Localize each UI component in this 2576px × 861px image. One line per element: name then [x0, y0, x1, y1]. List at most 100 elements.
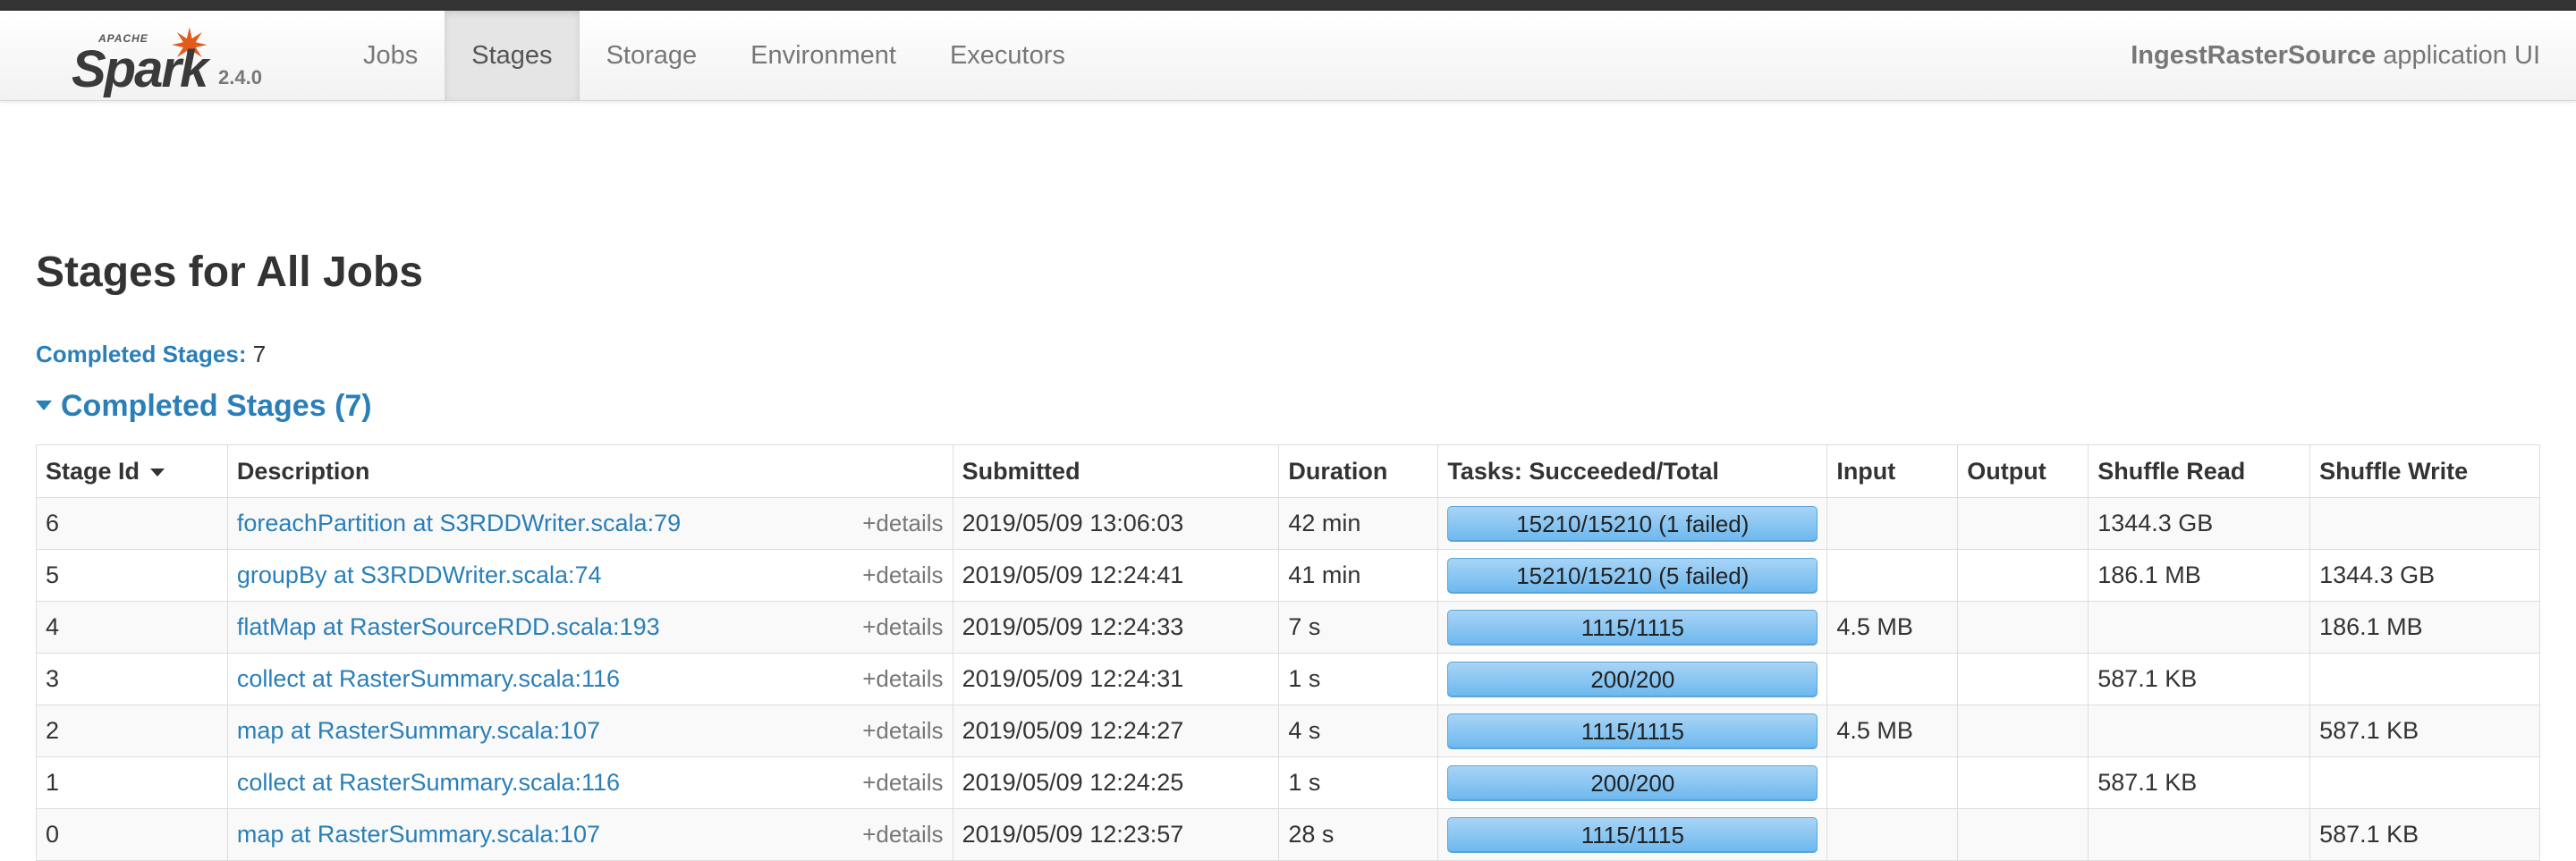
cell-shuffle-read: 587.1 KB: [2088, 756, 2311, 809]
cell-shuffle-read: [2088, 705, 2311, 757]
cell-description: collect at RasterSummary.scala:116 +detai…: [226, 653, 953, 705]
cell-submitted: 2019/05/09 12:24:27: [952, 705, 1280, 757]
stage-description-link[interactable]: map at RasterSummary.scala:107: [237, 717, 600, 745]
details-toggle[interactable]: +details: [862, 510, 943, 537]
details-toggle[interactable]: +details: [862, 769, 943, 797]
cell-input: 4.5 MB: [1826, 705, 1959, 757]
header-stage-id-label: Stage Id: [46, 457, 140, 485]
cell-submitted: 2019/05/09 12:24:33: [952, 601, 1280, 654]
cell-output: [1957, 705, 2089, 757]
app-name-suffix: application UI: [2383, 41, 2540, 70]
cell-output: [1957, 653, 2089, 705]
cell-shuffle-write: 587.1 KB: [2309, 705, 2540, 757]
cell-shuffle-write: [2309, 653, 2540, 705]
stage-description-link[interactable]: collect at RasterSummary.scala:116: [237, 769, 620, 797]
page-title: Stages for All Jobs: [36, 249, 423, 296]
cell-description: collect at RasterSummary.scala:116 +detai…: [226, 756, 953, 809]
tab-storage[interactable]: Storage: [580, 11, 724, 100]
stage-description-link[interactable]: collect at RasterSummary.scala:116: [237, 665, 620, 693]
cell-shuffle-write: 1344.3 GB: [2309, 549, 2540, 602]
cell-shuffle-read: 587.1 KB: [2088, 653, 2311, 705]
table-row: 2 map at RasterSummary.scala:107 +details…: [36, 705, 2540, 757]
details-toggle[interactable]: +details: [862, 821, 943, 848]
table-row: 5 groupBy at S3RDDWriter.scala:74 +detail…: [36, 549, 2540, 602]
tasks-progress-bar: 1115/1115: [1447, 713, 1818, 749]
cell-submitted: 2019/05/09 12:23:57: [952, 808, 1280, 861]
nav-tabs: Jobs Stages Storage Environment Executor…: [336, 11, 1092, 100]
tasks-progress-bar: 15210/15210 (1 failed): [1447, 505, 1818, 542]
tasks-progress-bar: 1115/1115: [1447, 609, 1818, 646]
spark-version: 2.4.0: [218, 66, 262, 89]
completed-stages-toggle[interactable]: Completed Stages (7): [36, 389, 372, 424]
cell-submitted: 2019/05/09 12:24:41: [952, 549, 1280, 602]
completed-stages-count: 7: [252, 341, 267, 367]
details-toggle[interactable]: +details: [862, 717, 943, 745]
cell-tasks: 1115/1115: [1437, 808, 1828, 861]
tab-jobs[interactable]: Jobs: [336, 11, 445, 100]
table-row: 1 collect at RasterSummary.scala:116 +det…: [36, 756, 2540, 809]
tab-executors[interactable]: Executors: [923, 11, 1092, 100]
table-header-row: Stage Id Description Submitted Duration …: [36, 444, 2540, 498]
stage-description-link[interactable]: groupBy at S3RDDWriter.scala:74: [237, 561, 602, 589]
spark-logo[interactable]: ✷ APACHE Spark 2.4.0: [64, 14, 279, 98]
header-shuffle-write[interactable]: Shuffle Write: [2309, 444, 2540, 498]
tab-stages[interactable]: Stages: [445, 11, 580, 100]
header-duration[interactable]: Duration: [1278, 444, 1439, 498]
navbar: ✷ APACHE Spark 2.4.0 Jobs Stages Storage…: [0, 11, 2576, 101]
stage-description-link[interactable]: flatMap at RasterSourceRDD.scala:193: [237, 613, 660, 641]
table-row: 4 flatMap at RasterSourceRDD.scala:193 +d…: [36, 601, 2540, 654]
completed-stages-link[interactable]: Completed Stages:: [36, 341, 247, 367]
cell-stage-id: 6: [36, 497, 228, 550]
cell-output: [1957, 808, 2089, 861]
cell-duration: 41 min: [1278, 549, 1439, 602]
header-tasks[interactable]: Tasks: Succeeded/Total: [1437, 444, 1828, 498]
caret-down-icon: [36, 400, 52, 410]
cell-output: [1957, 497, 2089, 550]
details-toggle[interactable]: +details: [862, 561, 943, 589]
header-input[interactable]: Input: [1826, 444, 1959, 498]
header-output[interactable]: Output: [1957, 444, 2089, 498]
cell-tasks: 200/200: [1437, 756, 1828, 809]
cell-shuffle-write: [2309, 497, 2540, 550]
tasks-progress-bar: 200/200: [1447, 764, 1818, 801]
details-toggle[interactable]: +details: [862, 613, 943, 641]
cell-description: foreachPartition at S3RDDWriter.scala:79…: [226, 497, 953, 550]
cell-tasks: 1115/1115: [1437, 601, 1828, 654]
tasks-progress-bar: 15210/15210 (5 failed): [1447, 557, 1818, 594]
cell-input: [1826, 808, 1959, 861]
cell-tasks: 15210/15210 (5 failed): [1437, 549, 1828, 602]
cell-submitted: 2019/05/09 13:06:03: [952, 497, 1280, 550]
cell-shuffle-write: 587.1 KB: [2309, 808, 2540, 861]
cell-input: [1826, 653, 1959, 705]
tasks-progress-bar: 200/200: [1447, 661, 1818, 697]
cell-duration: 42 min: [1278, 497, 1439, 550]
header-description[interactable]: Description: [226, 444, 953, 498]
cell-output: [1957, 756, 2089, 809]
app-name: IngestRasterSource application UI: [2131, 11, 2540, 100]
cell-description: groupBy at S3RDDWriter.scala:74 +details: [226, 549, 953, 602]
header-shuffle-read[interactable]: Shuffle Read: [2088, 444, 2311, 498]
cell-shuffle-read: 186.1 MB: [2088, 549, 2311, 602]
cell-input: [1826, 497, 1959, 550]
stages-table: Stage Id Description Submitted Duration …: [36, 444, 2540, 861]
cell-stage-id: 3: [36, 653, 228, 705]
cell-shuffle-read: [2088, 808, 2311, 861]
cell-description: map at RasterSummary.scala:107 +details: [226, 705, 953, 757]
cell-submitted: 2019/05/09 12:24:25: [952, 756, 1280, 809]
stage-description-link[interactable]: map at RasterSummary.scala:107: [237, 821, 600, 848]
logo-spark-text: Spark: [72, 40, 208, 98]
header-stage-id[interactable]: Stage Id: [36, 444, 228, 498]
stage-description-link[interactable]: foreachPartition at S3RDDWriter.scala:79: [237, 510, 681, 537]
cell-shuffle-read: [2088, 601, 2311, 654]
cell-duration: 28 s: [1278, 808, 1439, 861]
cell-stage-id: 2: [36, 705, 228, 757]
cell-input: [1826, 549, 1959, 602]
header-submitted[interactable]: Submitted: [952, 444, 1280, 498]
tab-environment[interactable]: Environment: [724, 11, 923, 100]
cell-description: flatMap at RasterSourceRDD.scala:193 +det…: [226, 601, 953, 654]
cell-shuffle-read: 1344.3 GB: [2088, 497, 2311, 550]
cell-output: [1957, 549, 2089, 602]
details-toggle[interactable]: +details: [862, 665, 943, 693]
cell-output: [1957, 601, 2089, 654]
tasks-progress-bar: 1115/1115: [1447, 816, 1818, 853]
